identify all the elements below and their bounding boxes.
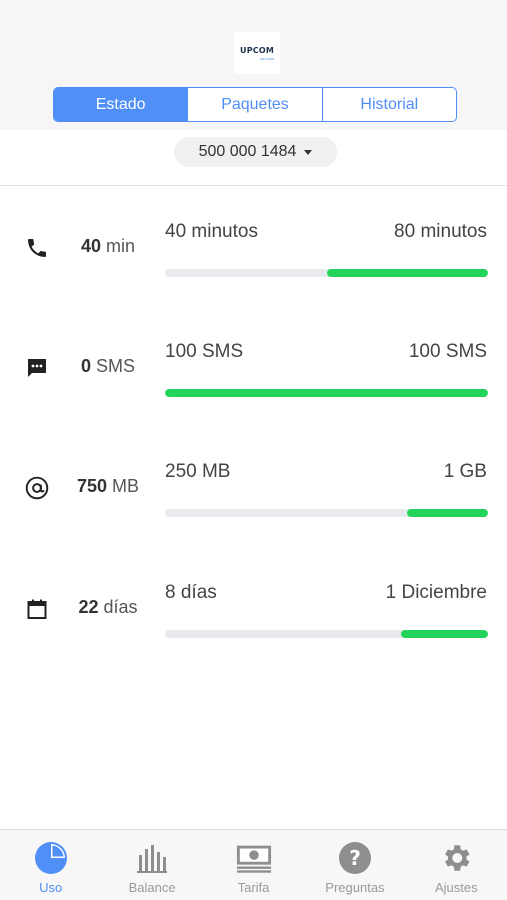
usage-left-label: 40 minutos (165, 221, 258, 242)
message-icon (24, 355, 50, 381)
tab-label: Uso (39, 880, 63, 895)
phone-number-selector[interactable]: 500 000 1484 (174, 137, 337, 167)
usage-row-data: 750 MB 250 MB 1 GB (0, 455, 507, 535)
svg-text:?: ? (349, 846, 361, 870)
tab-paquetes[interactable]: Paquetes (188, 88, 323, 121)
money-icon (236, 840, 272, 876)
usage-left-label: 100 SMS (165, 341, 244, 362)
usage-right-label: 1 GB (443, 461, 487, 482)
progress-fill (326, 269, 488, 277)
progress-fill (407, 509, 488, 517)
calendar-icon (24, 596, 50, 622)
tab-ajustes[interactable]: Ajustes (406, 830, 507, 900)
gear-icon (438, 840, 474, 876)
usage-row-minutes: 40 min 40 minutos 80 minutos (0, 215, 507, 295)
question-icon: ? (337, 840, 373, 876)
tab-label: Balance (128, 880, 176, 895)
usage-left-label: 250 MB (165, 461, 231, 482)
usage-left-label: 8 días (165, 582, 217, 603)
tab-label: Tarifa (237, 880, 270, 895)
bottom-tab-bar: Uso Balance Tarifa ? Preguntas Ajustes (0, 829, 507, 900)
usage-right-label: 100 SMS (408, 341, 487, 362)
usage-amount: 40 min (80, 236, 136, 256)
divider (0, 185, 507, 186)
tab-label: Preguntas (325, 880, 385, 895)
brand-logo: UPCOM cel.com (234, 32, 280, 74)
chevron-down-icon (304, 150, 313, 155)
tab-uso[interactable]: Uso (0, 830, 101, 900)
progress-fill (400, 630, 488, 638)
at-icon (24, 475, 50, 501)
progress-track (165, 630, 488, 638)
usage-amount: 22 días (78, 597, 138, 617)
logo-subtext: cel.com (260, 55, 274, 61)
phone-icon (24, 235, 50, 261)
progress-track (165, 269, 488, 277)
phone-number: 500 000 1484 (198, 143, 297, 160)
progress-track (165, 509, 488, 517)
logo-text: UPCOM (240, 45, 274, 55)
usage-right-label: 1 Diciembre (385, 582, 487, 603)
progress-track (165, 389, 488, 397)
usage-right-label: 80 minutos (394, 221, 487, 242)
progress-fill (165, 389, 488, 397)
tab-tarifa[interactable]: Tarifa (203, 830, 304, 900)
tab-historial[interactable]: Historial (323, 88, 456, 121)
usage-row-days: 22 días 8 días 1 Diciembre (0, 576, 507, 656)
usage-amount: 0 SMS (80, 356, 136, 376)
bar-chart-icon (134, 840, 170, 876)
tab-label: Ajustes (435, 880, 478, 895)
tab-preguntas[interactable]: ? Preguntas (304, 830, 405, 900)
segmented-control: Estado Paquetes Historial (53, 87, 457, 122)
usage-amount: 750 MB (76, 476, 140, 496)
tab-estado[interactable]: Estado (54, 88, 189, 121)
tab-balance[interactable]: Balance (101, 830, 202, 900)
usage-row-sms: 0 SMS 100 SMS 100 SMS (0, 335, 507, 415)
pie-chart-icon (33, 840, 69, 876)
